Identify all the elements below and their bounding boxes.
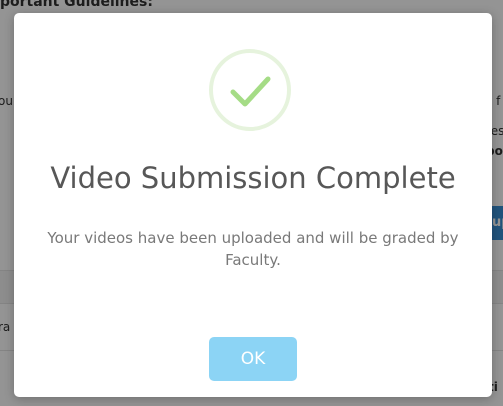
dialog-message: Your videos have been uploaded and will … — [47, 229, 459, 269]
success-dialog: Video Submission Complete Your videos ha… — [14, 13, 492, 397]
ok-button[interactable]: OK — [209, 337, 297, 381]
checkmark-glyph — [230, 76, 271, 107]
page: nportant Guidelines: ou s f tes bo up ra… — [0, 0, 503, 406]
dialog-title: Video Submission Complete — [50, 161, 456, 195]
checkmark-icon — [209, 49, 291, 131]
